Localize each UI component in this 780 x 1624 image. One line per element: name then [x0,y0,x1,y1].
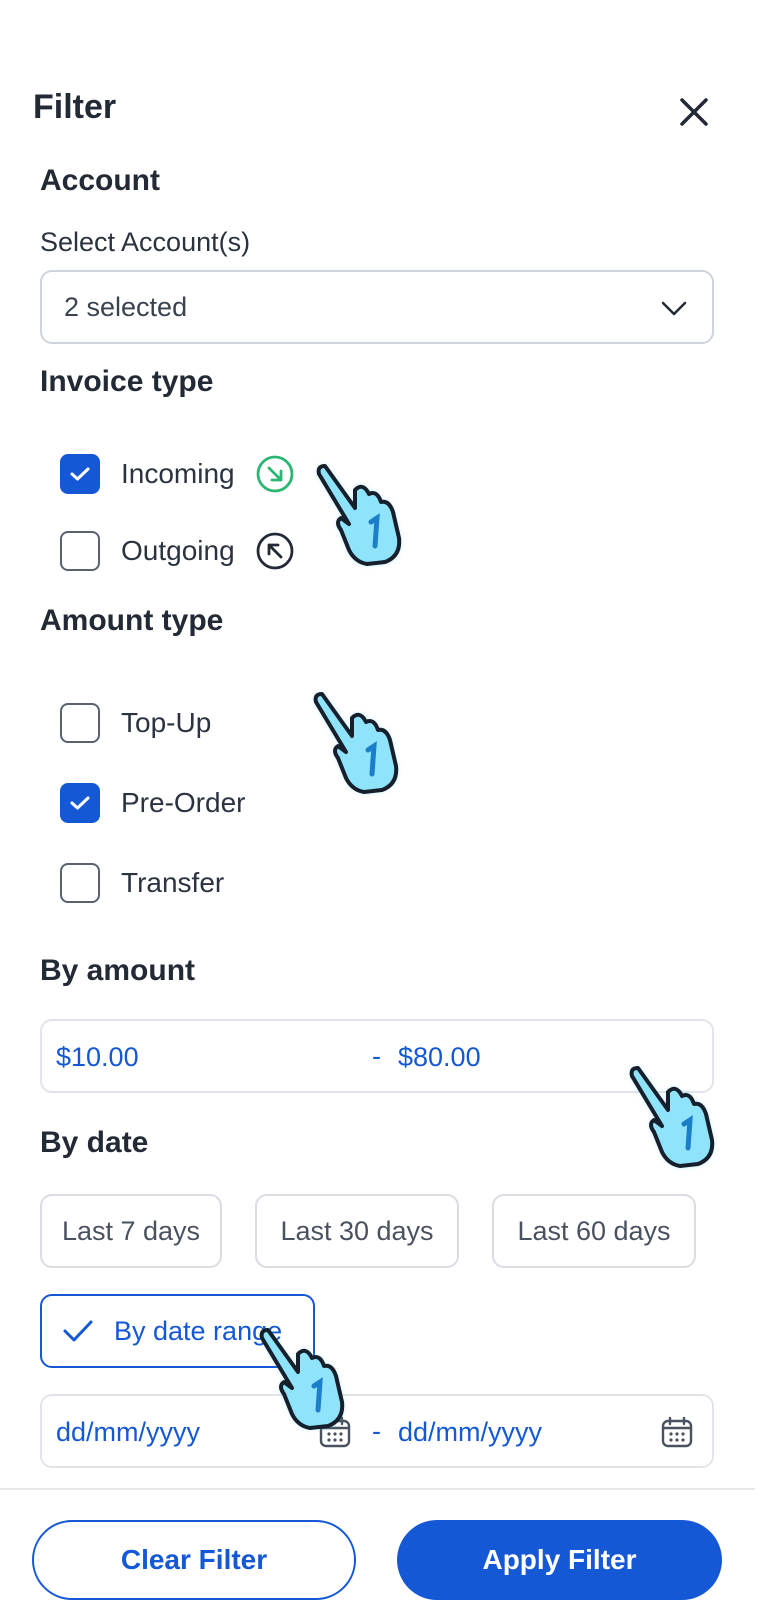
by-amount-section-title: By amount [40,954,196,987]
amount-type-topup-option[interactable]: Top-Up [60,702,211,744]
calendar-icon[interactable] [318,1415,352,1449]
preorder-checkbox[interactable] [60,783,100,823]
invoice-type-incoming-option[interactable]: Incoming [60,453,295,495]
topup-label: Top-Up [121,707,212,738]
account-select-value: 2 selected [64,292,188,322]
invoice-type-outgoing-option[interactable]: Outgoing [60,530,295,572]
transfer-label: Transfer [121,867,225,898]
amount-type-preorder-option[interactable]: Pre-Order [60,782,245,824]
arrow-up-left-circle-icon [256,532,294,570]
apply-filter-button[interactable]: Apply Filter [397,1520,722,1600]
date-range-field: dd/mm/yyyy - dd/mm/yyyy [40,1394,714,1468]
amount-type-transfer-option[interactable]: Transfer [60,862,224,904]
filter-panel: Filter Account Select Account(s) 2 selec… [0,0,780,1624]
arrow-down-right-circle-icon [256,455,294,493]
amount-range-separator: - [372,1041,381,1071]
topup-checkbox[interactable] [60,703,100,743]
account-select[interactable]: 2 selected [40,270,714,344]
check-icon [70,796,90,810]
invoice-type-section-title: Invoice type [40,365,214,398]
page-title: Filter [33,88,117,126]
check-icon [63,1320,93,1342]
incoming-label: Incoming [121,458,235,489]
clear-filter-button[interactable]: Clear Filter [32,1520,356,1600]
start-date-input[interactable]: dd/mm/yyyy [56,1417,200,1448]
account-section-title: Account [40,164,160,197]
incoming-checkbox[interactable] [60,454,100,494]
pointing-hand-cursor-icon [316,464,402,566]
amount-type-section-title: Amount type [40,604,224,637]
calendar-icon[interactable] [660,1415,694,1449]
by-date-section-title: By date [40,1126,149,1159]
last-60-days-chip[interactable]: Last 60 days [492,1194,696,1268]
by-date-range-label: By date range [114,1315,283,1346]
outgoing-checkbox[interactable] [60,531,100,571]
by-date-range-toggle[interactable]: By date range [40,1294,315,1368]
amount-min-input[interactable]: $10.00 [56,1042,139,1073]
check-icon [70,467,90,481]
chevron-down-icon [661,301,687,316]
amount-max-input[interactable]: $80.00 [398,1042,481,1073]
outgoing-label: Outgoing [121,535,235,566]
amount-range-field: $10.00 - $80.00 [40,1019,714,1093]
date-range-separator: - [372,1416,381,1446]
footer-divider [0,1488,755,1490]
last-7-days-chip[interactable]: Last 7 days [40,1194,222,1268]
preorder-label: Pre-Order [121,787,246,818]
end-date-input[interactable]: dd/mm/yyyy [398,1417,542,1448]
close-icon[interactable] [676,94,712,130]
last-30-days-chip[interactable]: Last 30 days [255,1194,459,1268]
transfer-checkbox[interactable] [60,863,100,903]
select-accounts-label: Select Account(s) [40,227,251,257]
pointing-hand-cursor-icon [313,692,399,794]
